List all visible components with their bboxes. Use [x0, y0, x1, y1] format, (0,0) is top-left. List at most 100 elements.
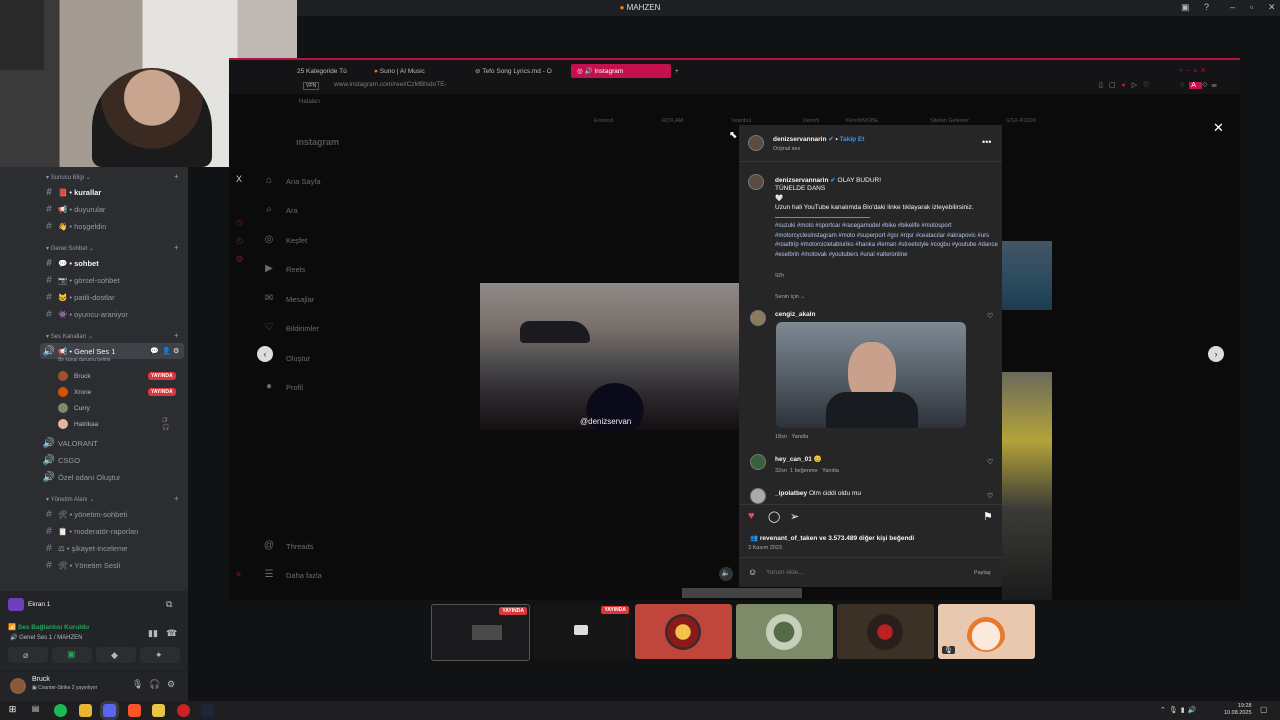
bookmark-item[interactable]: Hataları — [299, 99, 320, 105]
channel-yonetim-sohbeti[interactable]: # 🛠 • yönetim-sohbeti — [40, 506, 184, 522]
comment-gif[interactable] — [776, 322, 966, 428]
instagram-logo[interactable]: ınstagram — [296, 137, 339, 147]
comment-icon[interactable]: ◯ — [768, 510, 780, 523]
screen-share-button[interactable]: ▣ — [52, 647, 92, 663]
spotify-icon[interactable] — [54, 704, 67, 717]
comment-user[interactable]: hey_can_01 😊 — [775, 455, 822, 463]
category-yonetim-alani[interactable]: ▾ Yönetim Alanı ⌄ + — [46, 494, 179, 503]
reply-button[interactable]: Yanıtla — [792, 434, 809, 440]
participant-tile[interactable] — [736, 604, 833, 659]
participant-tile[interactable]: 🎙 — [938, 604, 1035, 659]
voice-user-bruck[interactable]: Bruck — [58, 369, 91, 383]
system-tray-icons[interactable]: ⌃🎙▮🔊 — [1160, 706, 1199, 714]
notifications-icon[interactable]: ▢ — [1260, 705, 1268, 714]
comment-like-icon[interactable]: ♡ — [987, 458, 993, 466]
channel-patili-dostlar[interactable]: # 🐱 • patili-dostlar — [40, 289, 184, 305]
scrollbar[interactable] — [682, 588, 802, 598]
channel-gorsel-sohbet[interactable]: # 📷 • görsel-sohbet — [40, 272, 184, 288]
maximize-button[interactable]: ▫ — [1250, 2, 1253, 12]
camera-button[interactable]: ⌀ — [8, 647, 48, 663]
reply-button[interactable]: Yanıtla — [822, 468, 839, 474]
discord-icon[interactable] — [103, 704, 116, 717]
see-translation[interactable]: Senin için ⌄ — [775, 294, 805, 300]
new-tab-button[interactable]: + — [675, 64, 679, 78]
avatar[interactable] — [750, 310, 766, 326]
browser-tab[interactable]: 25 Kategoride Tü — [297, 64, 347, 78]
nav-threads[interactable]: @ Threads — [262, 540, 314, 552]
headphones-icon[interactable]: 🎧 — [149, 679, 160, 690]
category-sunucu-bilgi[interactable]: ▾ Sunucu Bilgi ⌄ + — [46, 172, 179, 181]
hashtags[interactable]: #suzuki #moto #sportcar #racegamodel #bi… — [775, 222, 1000, 260]
nav-notifications[interactable]: ♡ Bildirimler — [262, 322, 319, 334]
nav-reels[interactable]: ▶ Reels — [262, 263, 305, 275]
avatar[interactable] — [10, 678, 26, 694]
top-link[interactable]: RDX.AM — [662, 118, 683, 124]
browser-tab[interactable]: ● Suno | AI Music — [374, 64, 425, 78]
category-ses-kanallari[interactable]: ▾ Ses Kanalları ⌄ + — [46, 331, 179, 340]
comment-like-icon[interactable]: ♡ — [987, 312, 993, 320]
inbox-icon[interactable]: ▣ — [1181, 2, 1190, 13]
top-link[interactable]: GSX-R1000 — [1006, 118, 1036, 124]
post-comment-button[interactable]: Paylaş — [974, 570, 991, 576]
url-field[interactable]: www.instagram.com/reel/CzMBlsdoTE- — [334, 81, 447, 88]
comment-like-icon[interactable]: ♡ — [987, 492, 993, 500]
add-channel-icon[interactable]: + — [174, 494, 179, 503]
voice-channel-csgo[interactable]: 🔊 CSGO — [40, 452, 184, 468]
soundboard-button[interactable]: ✦ — [140, 647, 180, 663]
nav-search[interactable]: ⌕ Ara — [262, 204, 297, 216]
previous-post-button[interactable]: ‹ — [257, 346, 273, 362]
add-channel-icon[interactable]: + — [174, 331, 179, 340]
browser-tab[interactable]: ⊘ Tefo Song Lyrics.md - O — [475, 64, 552, 78]
settings-icon[interactable]: ⚙ — [173, 347, 179, 355]
voice-user-xrone[interactable]: Xrone — [58, 385, 91, 399]
close-icon[interactable]: X — [236, 174, 242, 184]
connection-detail[interactable]: 🔊 Genel Ses 1 / MAHZEN — [10, 634, 83, 641]
browser-toolbar-icons[interactable]: ▯▢●▷♡ — [1099, 81, 1155, 89]
nav-profile[interactable]: ● Profil — [262, 381, 303, 393]
channel-oyuncu-araniyor[interactable]: # 👾 • oyuncu-araniyor — [40, 306, 184, 322]
avatar[interactable] — [750, 454, 766, 470]
stream-thumbnail[interactable]: YAYINDA — [534, 604, 631, 659]
file-explorer-icon[interactable] — [79, 704, 92, 717]
save-icon[interactable]: ⚑ — [983, 510, 993, 523]
channel-kurallar[interactable]: # 📕 • kurallar — [40, 184, 184, 200]
top-link[interactable]: Denizli — [803, 118, 820, 124]
nav-messages[interactable]: ✉ Mesajlar — [262, 293, 315, 305]
reel-video[interactable]: @denizservan — [480, 283, 739, 430]
voice-activity-status[interactable]: Bir kanal durumu belirle — [58, 357, 111, 363]
post-author[interactable]: denizservannarin ✔ • Takip Et — [773, 135, 864, 143]
noise-suppression-icon[interactable]: ▮▮ — [148, 628, 158, 639]
voice-channel-create[interactable]: 🔊 Özel odanı Oluştur — [40, 469, 184, 485]
activity-button[interactable]: ◆ — [96, 647, 136, 663]
user-settings-icon[interactable]: ⚙ — [167, 679, 175, 690]
task-view-icon[interactable]: ▤ — [29, 704, 42, 717]
brave-icon[interactable] — [128, 704, 141, 717]
add-channel-icon[interactable]: + — [174, 172, 179, 181]
add-channel-icon[interactable]: + — [174, 243, 179, 252]
comment-input[interactable] — [766, 566, 946, 578]
voice-user-curry[interactable]: Curry — [58, 401, 90, 415]
close-modal-icon[interactable]: ✕ — [1213, 120, 1224, 136]
participant-tile[interactable] — [635, 604, 732, 659]
liked-by[interactable]: 👥 revenant_of_taken ve 3.573.489 diğer k… — [750, 534, 914, 542]
follow-button[interactable]: Takip Et — [840, 136, 865, 143]
invite-icon[interactable]: 👤 — [162, 347, 171, 355]
channel-duyurular[interactable]: # 📢 • duyurular — [40, 201, 184, 217]
nav-explore[interactable]: ◎ Keşfet — [262, 234, 308, 246]
disconnect-icon[interactable]: ☎ — [166, 628, 177, 639]
close-window-button[interactable]: ✕ — [1268, 2, 1276, 13]
steam-icon[interactable] — [201, 704, 214, 717]
channel-yonetim-sesli[interactable]: # 🛠 • Yönetim Sesli — [40, 557, 184, 573]
post-audio[interactable]: Orijinal ses — [773, 146, 800, 152]
comment-user[interactable]: cengiz_akaln — [775, 311, 815, 318]
notepad-icon[interactable] — [152, 704, 165, 717]
avatar[interactable] — [748, 174, 764, 190]
clock[interactable]: 19:28 10.08.2025 — [1224, 703, 1252, 717]
voice-user-hatrikaa[interactable]: Hatrikaa 🎙̸ 🎧 — [58, 417, 169, 431]
channel-sikayet-inceleme[interactable]: # ⚖ • şikayet-inceleme — [40, 540, 184, 556]
avatar[interactable] — [748, 135, 764, 151]
browser-tab-active[interactable]: ◎ 🔊 Instagram — [571, 64, 671, 78]
username[interactable]: Bruck — [32, 676, 50, 683]
top-link[interactable]: Sitelan Gelenler — [930, 118, 969, 124]
like-icon[interactable]: ♥ — [748, 510, 755, 522]
